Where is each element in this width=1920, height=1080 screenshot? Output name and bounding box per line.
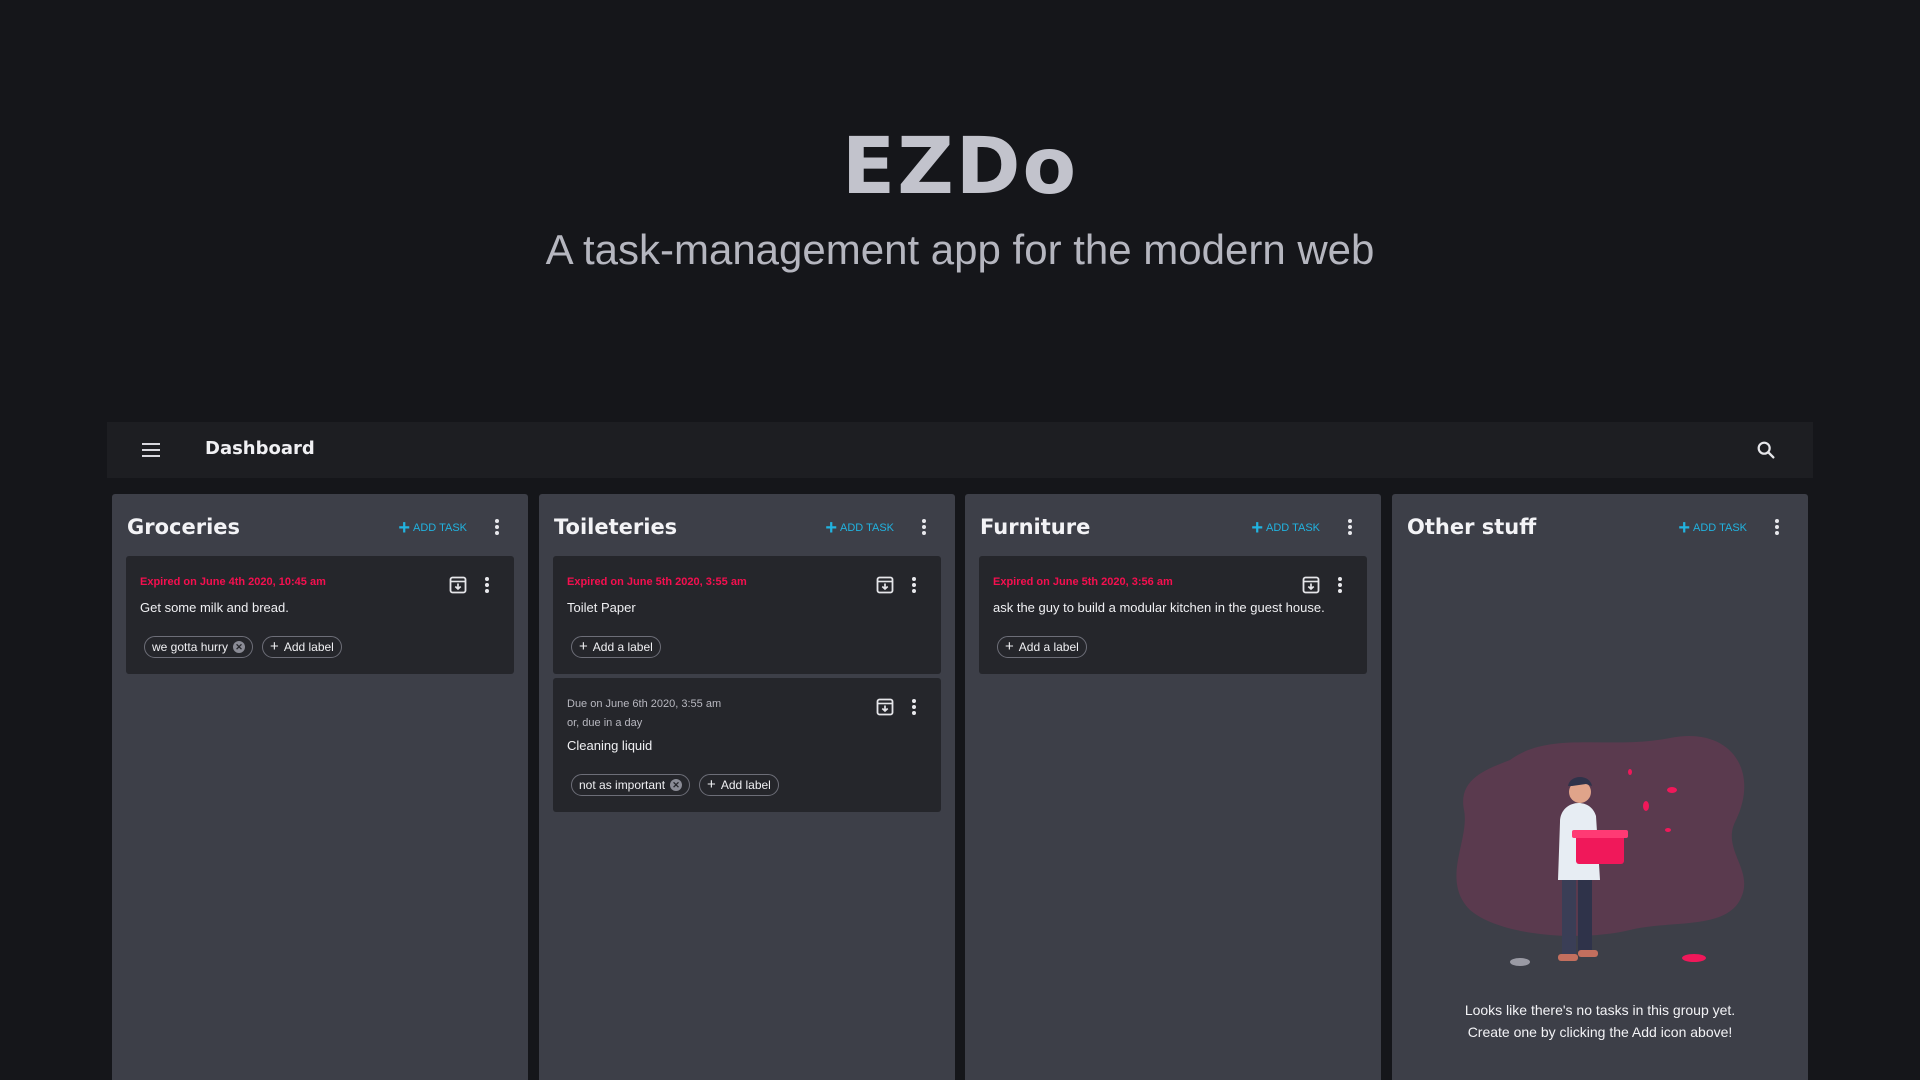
add-task-label: ADD TASK: [1693, 522, 1747, 534]
task-group-toileteries: Toileteries + ADD TASK Expired on June 5…: [539, 494, 955, 1080]
plus-icon: +: [398, 517, 410, 539]
add-label-text: Add label: [720, 778, 771, 792]
add-label-button[interactable]: + Add label: [262, 636, 342, 658]
group-header: Furniture + ADD TASK: [965, 494, 1381, 558]
hero: EZDo A task-management app for the moder…: [0, 0, 1920, 422]
add-label-button[interactable]: + Add label: [699, 774, 779, 796]
task-due-relative: or, due in a day: [567, 717, 643, 729]
add-task-label: ADD TASK: [413, 522, 467, 534]
group-title: Furniture: [980, 515, 1091, 539]
hamburger-menu-icon[interactable]: [141, 440, 161, 460]
empty-state-line-1: Looks like there's no tasks in this grou…: [1464, 1002, 1736, 1018]
task-text: ask the guy to build a modular kitchen i…: [993, 600, 1325, 615]
task-board: Groceries + ADD TASK Expired on June 4th…: [112, 494, 1808, 1080]
group-header: Toileteries + ADD TASK: [539, 494, 955, 558]
group-title: Toileteries: [554, 515, 678, 539]
search-icon[interactable]: [1755, 439, 1777, 461]
add-task-button[interactable]: + ADD TASK: [1678, 517, 1747, 539]
app-bar: Dashboard: [107, 422, 1813, 478]
archive-icon[interactable]: [875, 575, 895, 595]
group-header: Groceries + ADD TASK: [112, 494, 528, 558]
task-text: Get some milk and bread.: [140, 600, 289, 615]
remove-label-icon[interactable]: ✕: [233, 641, 246, 653]
task-group-other-stuff: Other stuff + ADD TASK Looks like there'…: [1392, 494, 1808, 1080]
label-list: not as important ✕ + Add label: [571, 774, 779, 796]
more-vert-icon[interactable]: [494, 519, 500, 537]
label-chip[interactable]: not as important ✕: [571, 774, 691, 796]
add-label-text: Add a label: [592, 640, 653, 654]
more-vert-icon[interactable]: [921, 519, 927, 537]
more-vert-icon[interactable]: [911, 577, 917, 595]
archive-icon[interactable]: [448, 575, 468, 595]
label-list: + Add a label: [571, 636, 661, 658]
empty-state-message: Looks like there's no tasks in this grou…: [1392, 999, 1808, 1043]
task-expiry: Expired on June 5th 2020, 3:56 am: [993, 576, 1173, 588]
app-title: EZDo: [841, 122, 1079, 212]
more-vert-icon[interactable]: [1774, 519, 1780, 537]
plus-icon: +: [270, 638, 279, 655]
add-task-button[interactable]: + ADD TASK: [825, 517, 894, 539]
page-title: Dashboard: [205, 438, 315, 459]
empty-state-line-2: Create one by clicking the Add icon abov…: [1467, 1024, 1733, 1040]
label-text: not as important: [579, 778, 666, 792]
label-list: + Add a label: [997, 636, 1087, 658]
archive-icon[interactable]: [1301, 575, 1321, 595]
task-group-furniture: Furniture + ADD TASK Expired on June 5th…: [965, 494, 1381, 1080]
task-expiry: Expired on June 5th 2020, 3:55 am: [567, 576, 747, 588]
add-label-button[interactable]: + Add a label: [997, 636, 1087, 658]
add-task-label: ADD TASK: [840, 522, 894, 534]
task-card[interactable]: Expired on June 5th 2020, 3:56 am ask th…: [979, 556, 1367, 674]
plus-icon: +: [1005, 638, 1014, 655]
empty-state-illustration: [1456, 736, 1745, 966]
add-task-button[interactable]: + ADD TASK: [1251, 517, 1320, 539]
add-label-button[interactable]: + Add a label: [571, 636, 661, 658]
more-vert-icon[interactable]: [1347, 519, 1353, 537]
label-list: we gotta hurry ✕ + Add label: [144, 636, 342, 658]
task-card[interactable]: Expired on June 4th 2020, 10:45 am Get s…: [126, 556, 514, 674]
more-vert-icon[interactable]: [911, 699, 917, 717]
archive-icon[interactable]: [875, 697, 895, 717]
label-text: we gotta hurry: [152, 640, 229, 654]
task-text: Cleaning liquid: [567, 738, 653, 753]
add-task-label: ADD TASK: [1266, 522, 1320, 534]
add-label-text: Add label: [283, 640, 334, 654]
plus-icon: +: [825, 517, 837, 539]
plus-icon: +: [579, 638, 588, 655]
add-label-text: Add a label: [1018, 640, 1079, 654]
task-expiry: Expired on June 4th 2020, 10:45 am: [140, 576, 326, 588]
app-subtitle: A task-management app for the modern web: [545, 226, 1375, 273]
group-title: Other stuff: [1407, 515, 1537, 539]
plus-icon: +: [1678, 517, 1690, 539]
label-chip[interactable]: we gotta hurry ✕: [144, 636, 254, 658]
task-text: Toilet Paper: [567, 600, 636, 615]
task-due-date: Due on June 6th 2020, 3:55 am: [567, 698, 722, 710]
group-header: Other stuff + ADD TASK: [1392, 494, 1808, 558]
remove-label-icon[interactable]: ✕: [670, 779, 683, 791]
plus-icon: +: [707, 776, 716, 793]
task-group-groceries: Groceries + ADD TASK Expired on June 4th…: [112, 494, 528, 1080]
plus-icon: +: [1251, 517, 1263, 539]
more-vert-icon[interactable]: [1337, 577, 1343, 595]
more-vert-icon[interactable]: [484, 577, 490, 595]
group-title: Groceries: [127, 515, 241, 539]
task-card[interactable]: Expired on June 5th 2020, 3:55 am Toilet…: [553, 556, 941, 674]
task-card[interactable]: Due on June 6th 2020, 3:55 am or, due in…: [553, 678, 941, 812]
add-task-button[interactable]: + ADD TASK: [398, 517, 467, 539]
